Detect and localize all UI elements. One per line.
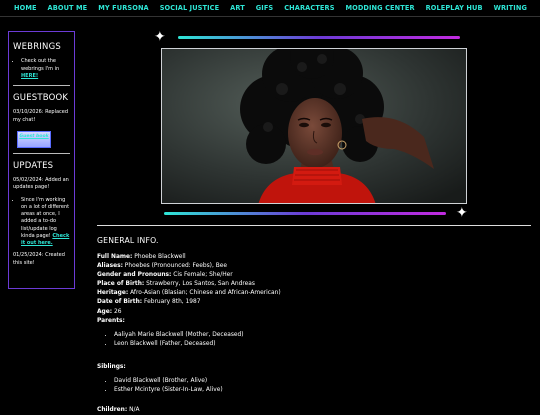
field-value: Afro-Asian (Blasian; Chinese and African… bbox=[128, 290, 281, 297]
field-label: Full Name: bbox=[97, 254, 133, 260]
field-value: Strawberry, Los Santos, San Andreas bbox=[144, 281, 255, 288]
parents-list: Aaliyah Marie Blackwell (Mother, Decease… bbox=[97, 331, 527, 349]
nav-modding-center[interactable]: MODDING CENTER bbox=[345, 4, 414, 12]
portrait-illustration bbox=[162, 49, 466, 203]
update-entry-3: 01/25/2024: Created this site! bbox=[13, 252, 65, 266]
guestbook-badge[interactable]: Guest book bbox=[17, 130, 51, 148]
list-item: David Blackwell (Brother, Alive) bbox=[114, 377, 527, 386]
field-label: Aliases: bbox=[97, 263, 123, 270]
nav-roleplay-hub[interactable]: ROLEPLAY HUB bbox=[426, 4, 483, 12]
nav-writing[interactable]: WRITING bbox=[494, 4, 527, 12]
nav-art[interactable]: ART bbox=[230, 4, 245, 12]
field-label: Heritage: bbox=[97, 290, 129, 297]
field-full-name: Full Name: Phoebe Blackwell bbox=[97, 253, 527, 262]
sparkle-star-icon: ✦ bbox=[456, 205, 468, 221]
gradient-line bbox=[178, 36, 460, 39]
top-nav: HOME ABOUT ME MY FURSONA SOCIAL JUSTICE … bbox=[0, 0, 540, 17]
siblings-list: David Blackwell (Brother, Alive) Esther … bbox=[97, 377, 527, 395]
field-label: Parents: bbox=[97, 317, 125, 324]
updates-heading: UPDATES bbox=[13, 160, 54, 171]
webrings-item-text: Check out the webrings I'm in bbox=[21, 58, 60, 72]
field-value: Phoebe Blackwell bbox=[132, 254, 186, 260]
gradient-line bbox=[164, 212, 446, 215]
field-heritage: Heritage: Afro-Asian (Blasian; Chinese a… bbox=[97, 289, 527, 298]
sparkle-star-icon: ✦ bbox=[154, 29, 166, 45]
nav-home[interactable]: HOME bbox=[14, 4, 37, 12]
nav-gifs[interactable]: GIFS bbox=[256, 4, 274, 12]
nav-about-me[interactable]: ABOUT ME bbox=[48, 4, 88, 12]
nav-social-justice[interactable]: SOCIAL JUSTICE bbox=[160, 4, 220, 12]
field-gender: Gender and Pronouns: Cis Female; She/Her bbox=[97, 271, 527, 280]
webrings-link[interactable]: HERE! bbox=[21, 73, 38, 79]
guestbook-entry: 03/10/2026: Replaced my chat! bbox=[13, 109, 69, 123]
update-entry-1: 05/02/2024: Added an updates page! bbox=[13, 177, 69, 191]
updates-list: Since I'm working on a lot of different … bbox=[13, 197, 70, 248]
field-place-of-birth: Place of Birth: Strawberry, Los Santos, … bbox=[97, 280, 527, 289]
field-value: February 8th, 1987 bbox=[142, 299, 201, 306]
nav-my-fursona[interactable]: MY FURSONA bbox=[98, 4, 149, 12]
sidebar-divider bbox=[13, 152, 70, 154]
field-value: 26 bbox=[112, 308, 122, 315]
guestbook-heading: GUESTBOOK bbox=[13, 93, 69, 104]
webrings-list: Check out the webrings I'm in HERE! bbox=[13, 58, 70, 80]
nav-characters[interactable]: CHARACTERS bbox=[284, 4, 334, 12]
field-value: N/A bbox=[127, 407, 140, 414]
field-label: Place of Birth: bbox=[97, 281, 145, 288]
field-aliases: Aliases: Phoebes (Pronounced: Feebs), Be… bbox=[97, 262, 527, 271]
sidebar: WEBRINGS Check out the webrings I'm in H… bbox=[8, 31, 75, 289]
webrings-item: Check out the webrings I'm in HERE! bbox=[21, 58, 70, 80]
field-value: Phoebes (Pronounced: Feebs), Bee bbox=[122, 263, 227, 270]
webrings-heading: WEBRINGS bbox=[13, 42, 61, 52]
field-age: Age: 26 bbox=[97, 308, 527, 317]
field-value: Cis Female; She/Her bbox=[171, 272, 233, 279]
section-divider bbox=[97, 225, 531, 226]
character-portrait bbox=[161, 48, 467, 204]
field-label: Age: bbox=[97, 308, 113, 315]
field-date-of-birth: Date of Birth: February 8th, 1987 bbox=[97, 298, 527, 307]
field-parents: Parents: bbox=[97, 317, 527, 326]
field-label: Siblings: bbox=[97, 363, 126, 370]
section-title: GENERAL INFO. bbox=[97, 236, 159, 245]
field-children: Children: N/A bbox=[97, 406, 527, 415]
sidebar-divider bbox=[13, 85, 70, 87]
field-siblings: Siblings: bbox=[97, 363, 527, 372]
update-entry-2: Since I'm working on a lot of different … bbox=[21, 197, 70, 248]
gradient-divider-top: ✦ bbox=[154, 30, 469, 44]
gradient-divider-bottom: ✦ bbox=[160, 205, 475, 221]
field-label: Gender and Pronouns: bbox=[97, 272, 172, 279]
list-item: Aaliyah Marie Blackwell (Mother, Decease… bbox=[114, 331, 527, 340]
character-info: Full Name: Phoebe Blackwell Aliases: Pho… bbox=[97, 253, 527, 415]
list-item: Leon Blackwell (Father, Deceased) bbox=[114, 340, 527, 349]
list-item: Esther Mcintyre (Sister-In-Law, Alive) bbox=[114, 386, 527, 395]
field-label: Children: bbox=[97, 407, 128, 414]
field-label: Date of Birth: bbox=[97, 299, 143, 306]
